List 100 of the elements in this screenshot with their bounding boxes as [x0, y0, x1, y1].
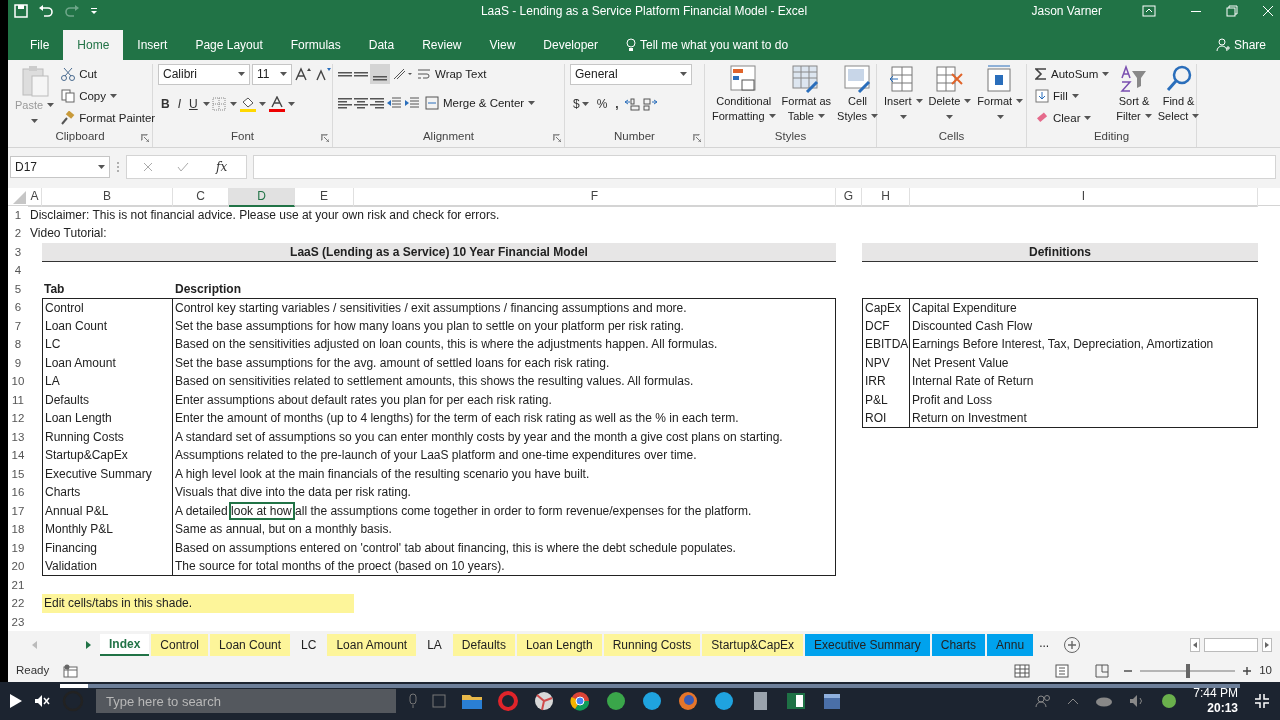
ribbon-tab[interactable]: Developer [529, 29, 612, 60]
conditional-formatting-button[interactable]: Conditional Formatting [710, 63, 778, 124]
sheet-tab[interactable]: Index [100, 634, 150, 657]
sheet-tab[interactable]: Control [151, 634, 209, 657]
normal-view-icon[interactable] [1014, 664, 1031, 678]
add-sheet-icon[interactable] [1063, 636, 1082, 655]
clear-button[interactable]: Clear [1032, 107, 1113, 129]
bold-button[interactable]: B [158, 92, 173, 115]
sheet-tab[interactable]: Loan Length [516, 634, 602, 657]
row-number[interactable]: 20 [8, 557, 28, 577]
undo-icon[interactable] [38, 3, 54, 18]
sheet-tab[interactable]: Annu [987, 634, 1034, 657]
sort-filter-button[interactable]: Sort & Filter [1114, 63, 1154, 124]
row-number[interactable]: 16 [8, 483, 28, 502]
font-color-icon[interactable] [267, 95, 286, 112]
column-header[interactable]: E [295, 187, 354, 207]
delete-button[interactable]: Delete [926, 63, 974, 124]
formula-input[interactable] [253, 154, 1276, 179]
cell-selection[interactable] [229, 501, 295, 521]
format-table-button[interactable]: Format as Table [779, 63, 834, 124]
row-number[interactable]: 2 [8, 224, 28, 243]
row-number[interactable]: 8 [8, 335, 28, 354]
people-icon[interactable] [1035, 694, 1052, 708]
orientation-icon[interactable] [392, 67, 412, 82]
macro-record-icon[interactable] [63, 664, 80, 678]
globe-icon[interactable] [676, 689, 700, 713]
fill-button[interactable]: Fill [1032, 85, 1113, 107]
column-header[interactable]: H [862, 187, 910, 207]
save-icon[interactable] [14, 3, 28, 18]
decrease-indent-icon[interactable] [386, 96, 402, 111]
row-number[interactable]: 7 [8, 316, 28, 336]
check-icon[interactable] [177, 161, 189, 172]
insert-button[interactable]: Insert [882, 63, 925, 124]
row-number[interactable]: 11 [8, 390, 28, 410]
tray-app-icon[interactable] [1161, 693, 1178, 709]
find-select-button[interactable]: Find & Select [1155, 63, 1202, 124]
ribbon-display-icon[interactable] [1142, 4, 1156, 17]
increase-indent-icon[interactable] [404, 96, 420, 111]
row-number[interactable]: 5 [8, 279, 28, 299]
format-button[interactable]: Format [975, 63, 1026, 124]
restore-icon[interactable] [1226, 4, 1238, 17]
ribbon-tab[interactable]: Formulas [276, 29, 355, 60]
zoom-slider-thumb[interactable] [1185, 664, 1190, 678]
play-icon[interactable] [10, 694, 22, 708]
column-header[interactable]: A [28, 187, 42, 207]
row-number[interactable]: 18 [8, 520, 28, 539]
row-number[interactable]: 4 [8, 261, 28, 280]
chevron-up-icon[interactable] [1067, 697, 1080, 705]
scroll-right-icon[interactable] [1262, 638, 1272, 653]
italic-button[interactable]: I [174, 92, 184, 115]
video-progress-bar[interactable] [60, 684, 1240, 688]
insert-function-button[interactable]: fx [213, 155, 231, 178]
column-header[interactable]: I [910, 187, 1258, 207]
sheet-tab[interactable]: Defaults [452, 634, 515, 657]
zoom-in-icon[interactable] [1243, 667, 1252, 675]
sheet-tab[interactable]: Running Costs [603, 634, 701, 657]
sheet-tab[interactable]: Loan Count [210, 634, 291, 657]
ribbon-tab[interactable]: Page Layout [181, 29, 277, 60]
fill-color-icon[interactable] [238, 95, 257, 112]
pinwheel-icon[interactable] [532, 689, 556, 713]
more-tabs-indicator[interactable]: ... [1035, 634, 1054, 653]
close-icon[interactable] [1262, 4, 1274, 17]
page-break-icon[interactable] [1094, 664, 1111, 678]
ribbon-tab[interactable]: View [475, 29, 530, 60]
align-bottom-icon[interactable] [370, 64, 390, 85]
wrap-text-button[interactable]: Wrap Text [414, 63, 490, 85]
exit-fullscreen-icon[interactable] [1254, 693, 1270, 709]
name-box[interactable]: D17 [10, 155, 110, 178]
row-number[interactable]: 21 [8, 575, 28, 595]
row-number[interactable]: 12 [8, 409, 28, 429]
column-header[interactable]: F [354, 187, 836, 207]
row-number[interactable]: 6 [8, 298, 28, 318]
ribbon-tab[interactable]: Insert [123, 29, 182, 60]
number-format-dropdown[interactable]: General [570, 63, 692, 85]
copy-button[interactable]: Copy [58, 85, 159, 107]
sheet-tab[interactable]: Executive Summary [805, 634, 930, 657]
row-number[interactable]: 10 [8, 372, 28, 391]
underline-button[interactable]: U [186, 92, 201, 115]
format-painter-button[interactable]: Format Painter [58, 107, 159, 129]
row-number[interactable]: 22 [8, 594, 28, 613]
sheet-tab[interactable]: Charts [931, 634, 986, 657]
zoom-level[interactable]: 10 [1259, 662, 1272, 680]
decrease-font-icon[interactable] [314, 67, 332, 82]
muted-speaker-icon[interactable] [34, 694, 50, 708]
ribbon-tab[interactable]: File [16, 29, 64, 60]
merge-center-button[interactable]: Merge & Center [422, 92, 539, 114]
tell-me-box[interactable]: Tell me what you want to do [612, 29, 803, 60]
sheet-tab[interactable]: Loan Amount [327, 634, 417, 657]
customize-icon[interactable] [90, 6, 98, 15]
decrease-decimal-icon[interactable] [641, 96, 658, 111]
taskbar-search-field[interactable]: Type here to search [96, 689, 396, 713]
column-header[interactable]: B [42, 187, 173, 207]
ring-icon[interactable] [496, 689, 520, 713]
scroll-left-icon[interactable] [1190, 638, 1200, 653]
zoom-out-icon[interactable] [1124, 667, 1133, 675]
sheet-tab[interactable]: Startup&CapEx [702, 634, 804, 657]
microphone-icon[interactable] [408, 693, 418, 709]
column-header[interactable]: D [229, 187, 295, 207]
font-size-dropdown[interactable]: 11 [252, 63, 292, 85]
ribbon-tab[interactable]: Review [408, 29, 476, 60]
